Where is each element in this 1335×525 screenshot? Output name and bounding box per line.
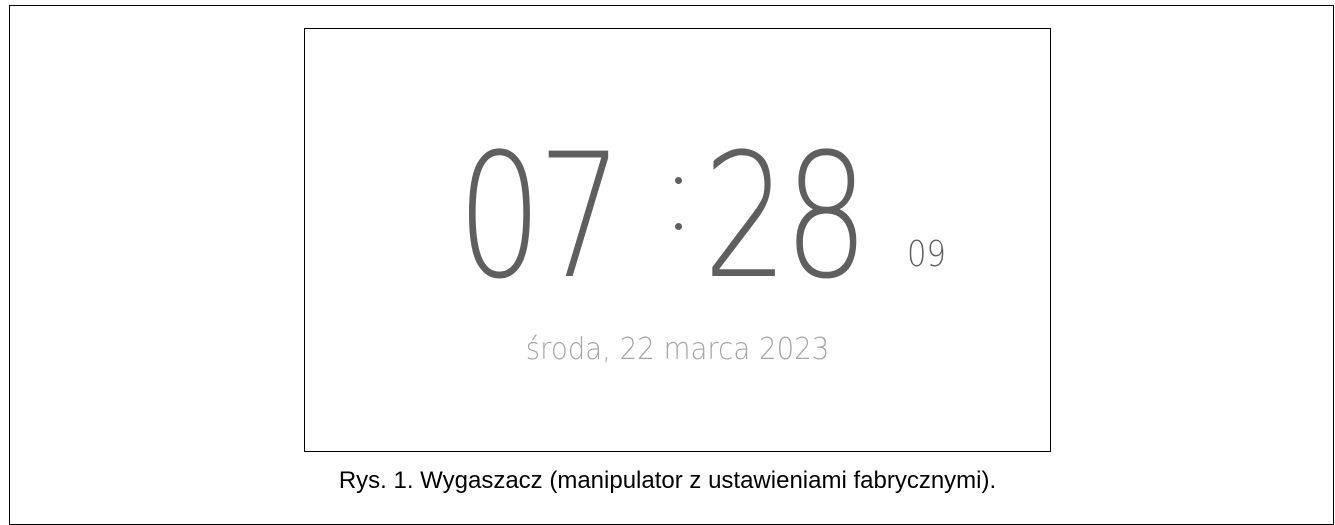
figure-caption: Rys. 1. Wygaszacz (manipulator z ustawie… xyxy=(338,467,997,494)
colon-dot-bottom xyxy=(675,223,682,230)
colon-dot-top xyxy=(675,177,682,184)
clock-hours: 07 xyxy=(457,116,623,317)
clock-display: 07 28 09 xyxy=(457,117,977,317)
date-text: środa, 22 marca 2023 xyxy=(525,332,830,367)
keypad-screensaver-screen[interactable]: 07 28 09 środa, 22 marca 2023 xyxy=(304,28,1051,452)
clock-colon xyxy=(675,171,683,251)
clock-seconds: 09 xyxy=(907,234,946,275)
clock-minutes: 28 xyxy=(703,116,869,317)
